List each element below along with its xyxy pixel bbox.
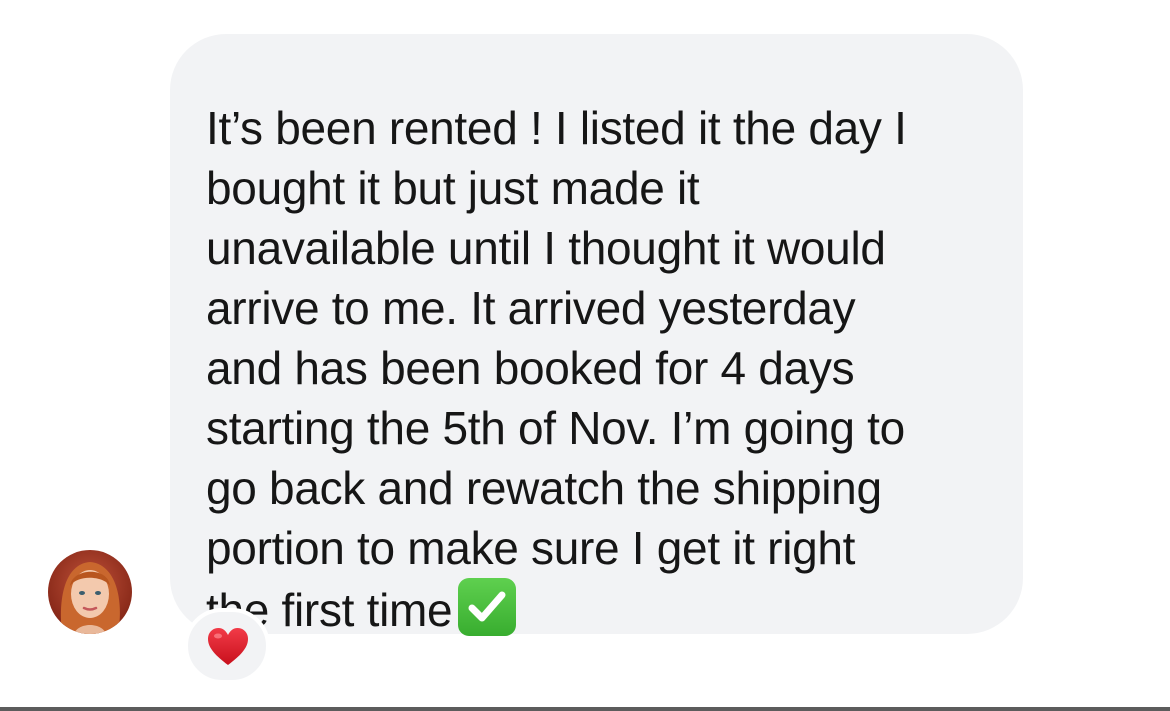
message-line: portion to make sure I get it right: [206, 522, 856, 574]
divider: [0, 707, 1170, 711]
avatar-icon[interactable]: [48, 550, 132, 634]
message-bubble[interactable]: It’s been rented ! I listed it the day I…: [170, 34, 1023, 636]
check-mark-button-icon: [458, 578, 517, 636]
message-last-line: the first time: [206, 578, 987, 638]
message-line: It’s been rented ! I listed it the day I: [206, 102, 907, 154]
message-line: arrive to me. It arrived yesterday: [206, 282, 856, 334]
reaction-badge[interactable]: [184, 608, 270, 684]
message-line: bought it but just made it: [206, 162, 700, 214]
message-line: and has been booked for 4 days: [206, 342, 855, 394]
red-heart-icon: [208, 628, 248, 665]
message-line: go back and rewatch the shipping: [206, 462, 882, 514]
message-line: starting the 5th of Nov. I’m going to: [206, 402, 905, 454]
message-line: unavailable until I thought it would: [206, 222, 886, 274]
